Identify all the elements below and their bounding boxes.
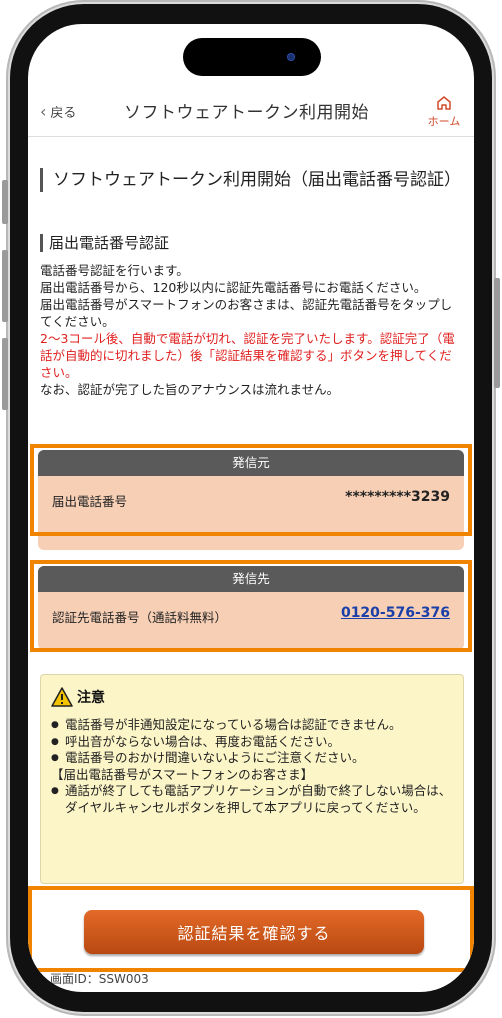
notice-title-text: 注意 <box>77 690 105 706</box>
warning-text: 2～3コール後、自動で電話が切れ、認証を完了いたします。認証完了（電話が自動的に… <box>40 331 455 380</box>
home-label: ホーム <box>427 115 461 128</box>
section-heading: 届出電話番号認証 <box>40 234 169 252</box>
header-divider <box>28 136 474 137</box>
page-title: ソフトウェアトークン利用開始 <box>124 103 369 123</box>
screen-id: 画面ID：SSW003 <box>50 972 149 986</box>
button-highlight <box>28 886 474 972</box>
side-button <box>2 180 8 224</box>
power-button <box>494 278 500 388</box>
notice-item: 電話番号が非通知設定になっている場合は認証できません。 <box>51 717 455 734</box>
notice-item: 呼出音がならない場合は、再度お電話ください。 <box>51 734 455 751</box>
page-heading: ソフトウェアトークン利用開始（届出電話番号認証） <box>40 168 473 192</box>
notice-box: 注意 電話番号が非通知設定になっている場合は認証できません。 呼出音がならない場… <box>40 674 464 884</box>
back-button[interactable]: ‹ 戻る <box>40 102 76 121</box>
description-line: 届出電話番号がスマートフォンのお客さまは、認証先電話番号をタップしてください。 <box>40 297 453 329</box>
callee-highlight <box>30 560 472 652</box>
back-label: 戻る <box>50 106 77 121</box>
volume-up-button <box>2 250 8 322</box>
description-line: 電話番号認証を行います。 <box>40 263 189 278</box>
arrow-down-icon <box>229 536 273 550</box>
app-screen: ‹ 戻る ソフトウェアトークン利用開始 ホーム ソフトウェアトークン利用開始（届… <box>28 24 474 992</box>
home-icon <box>437 96 451 110</box>
notice-item: 通話が終了しても電話アプリケーションが自動で終了しない場合は、ダイヤルキャンセル… <box>51 783 455 816</box>
notice-subheading: 【届出電話番号がスマートフォンのお客さま】 <box>51 766 314 782</box>
description-line: なお、認証が完了した旨のアナウンスは流れません。 <box>40 382 340 397</box>
notice-list: 電話番号が非通知設定になっている場合は認証できません。 呼出音がならない場合は、… <box>51 717 455 816</box>
description-line: 届出電話番号から、120秒以内に認証先電話番号にお電話ください。 <box>40 280 427 295</box>
app-header: ‹ 戻る ソフトウェアトークン利用開始 ホーム <box>28 90 474 134</box>
camera-icon <box>287 53 295 61</box>
warning-icon <box>51 687 73 707</box>
notice-item: 電話番号のおかけ間違いないようにご注意ください。 <box>51 750 455 767</box>
description: 電話番号認証を行います。 届出電話番号から、120秒以内に認証先電話番号にお電話… <box>40 262 464 398</box>
caller-highlight <box>30 444 472 536</box>
notice-title: 注意 <box>51 687 105 707</box>
volume-down-button <box>2 338 8 410</box>
dynamic-island <box>183 38 321 76</box>
home-button[interactable]: ホーム <box>424 94 464 129</box>
chevron-left-icon: ‹ <box>40 101 47 121</box>
